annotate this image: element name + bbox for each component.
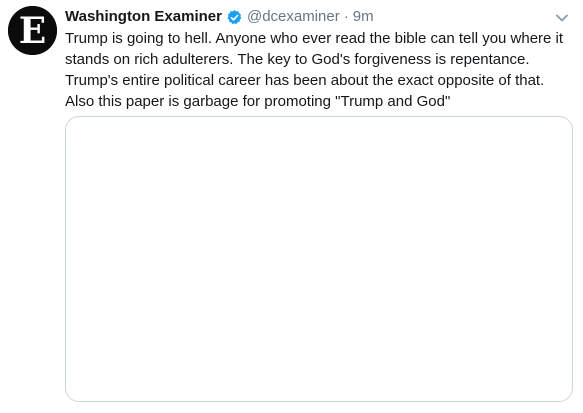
verified-badge-icon <box>226 9 243 26</box>
tweet-content: Washington Examiner @dcexaminer · 9m Tru… <box>65 6 575 402</box>
timestamp[interactable]: 9m <box>353 7 374 27</box>
avatar[interactable]: E <box>8 6 57 55</box>
tweet-header: Washington Examiner @dcexaminer · 9m <box>65 6 575 28</box>
tweet-text-paragraph-2: Also this paper is garbage for promoting… <box>65 93 451 110</box>
media-card[interactable] <box>65 116 573 402</box>
handle[interactable]: @dcexaminer <box>247 7 340 27</box>
separator-dot: · <box>343 8 349 25</box>
chevron-down-icon[interactable] <box>554 10 570 26</box>
tweet-text-paragraph-1: Trump is going to hell. Anyone who ever … <box>65 30 564 89</box>
tweet[interactable]: E Washington Examiner @dcexaminer · 9m T… <box>0 0 583 413</box>
display-name[interactable]: Washington Examiner <box>65 7 222 27</box>
avatar-letter: E <box>19 10 46 52</box>
washington-examiner-logo-icon: E <box>8 6 57 55</box>
tweet-text: Trump is going to hell. Anyone who ever … <box>65 28 570 112</box>
